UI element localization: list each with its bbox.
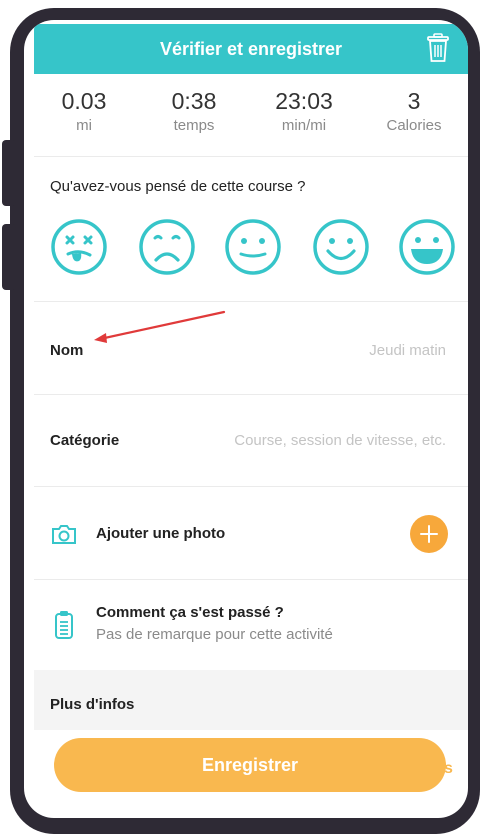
more-info-section[interactable]: Plus d'infos [34, 670, 468, 730]
divider [34, 486, 468, 487]
feeling-picker [50, 218, 460, 278]
stat-distance: 0.03 mi [34, 88, 134, 134]
page-title: Vérifier et enregistrer [159, 39, 343, 59]
dizzy-face-icon[interactable] [50, 218, 108, 276]
add-photo-label[interactable]: Ajouter une photo [96, 525, 225, 542]
neutral-face-icon[interactable] [224, 218, 282, 276]
comment-subtitle: Pas de remarque pour cette activité [96, 626, 333, 643]
more-info-label: Plus d'infos [50, 696, 135, 713]
comment-title[interactable]: Comment ça s'est passé ? [96, 604, 284, 621]
divider [34, 394, 468, 395]
partial-label: s [444, 760, 453, 777]
category-input[interactable]: Course, session de vitesse, etc. [176, 432, 446, 449]
name-input[interactable]: Jeudi matin [246, 342, 446, 359]
smile-face-icon[interactable] [312, 218, 370, 276]
stat-value: 3 [407, 88, 421, 114]
grin-face-icon[interactable] [398, 218, 456, 276]
stat-value: 0.03 [61, 88, 107, 114]
divider [34, 156, 468, 157]
stat-pace: 23:03 min/mi [254, 88, 354, 134]
header-bar: Vérifier et enregistrer [34, 24, 468, 74]
app-screen: Vérifier et enregistrer 0.03 mi 0:38 tem… [24, 20, 468, 818]
stats-bar: 0.03 mi 0:38 temps 23:03 min/mi 3 Calori… [34, 88, 468, 148]
clipboard-icon [55, 611, 73, 639]
add-photo-button[interactable] [410, 515, 448, 553]
category-label: Catégorie [50, 432, 120, 449]
volume-down-button [2, 224, 16, 290]
stat-value: 0:38 [171, 88, 217, 114]
trash-icon[interactable] [426, 33, 450, 63]
stat-time: 0:38 temps [144, 88, 244, 134]
save-button[interactable]: Enregistrer [54, 738, 446, 792]
annotation-arrow [94, 310, 226, 343]
stat-label: mi [76, 117, 92, 134]
stat-label: temps [173, 117, 215, 134]
name-label: Nom [50, 342, 84, 359]
sad-face-icon[interactable] [138, 218, 196, 276]
volume-up-button [2, 140, 16, 206]
divider [34, 579, 468, 580]
stat-value: 23:03 [275, 88, 333, 114]
feeling-question: Qu'avez-vous pensé de cette course ? [50, 178, 306, 195]
stat-calories: 3 Calories [364, 88, 464, 134]
camera-icon [52, 525, 76, 544]
stat-label: min/mi [281, 117, 327, 134]
stat-label: Calories [386, 117, 442, 134]
